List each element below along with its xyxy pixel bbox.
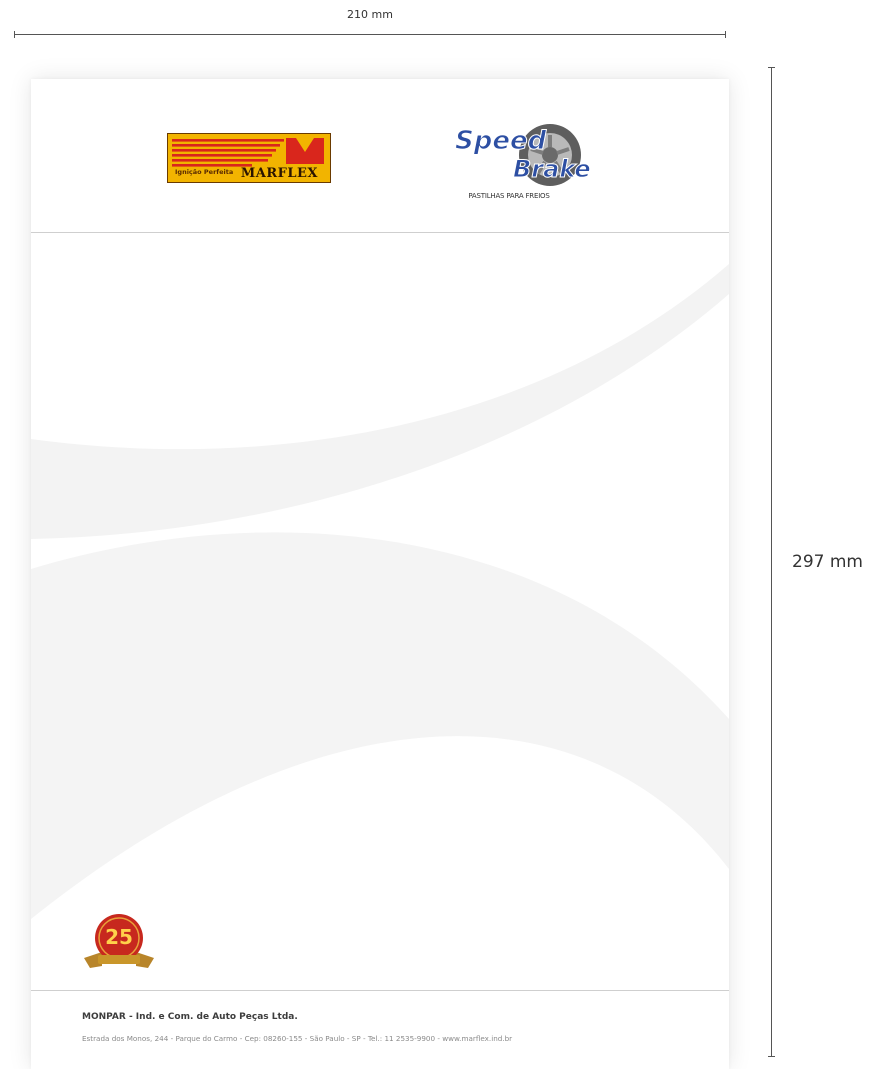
marflex-brand-name: MARFLEX <box>240 166 318 181</box>
speed-brake-logo: Speed Brake PASTILHAS PARA FREIOS <box>447 117 597 205</box>
footer-address: Estrada dos Monos, 244 - Parque do Carmo… <box>82 1034 513 1043</box>
width-dimension-label: 210 mm <box>347 8 393 21</box>
footer-divider <box>31 990 729 991</box>
header-divider <box>31 232 729 233</box>
height-dimension-label: 297 mm <box>792 552 863 572</box>
brake-word: Brake <box>513 155 591 183</box>
marflex-logo: Ignição Perfeita MARFLEX <box>167 133 331 183</box>
width-dimension-line <box>14 31 726 38</box>
speed-brake-tagline: PASTILHAS PARA FREIOS <box>468 192 550 200</box>
height-dimension-line <box>768 67 775 1057</box>
seal-number: 25 <box>105 925 133 949</box>
speed-word: Speed <box>455 126 547 156</box>
marflex-tagline: Ignição Perfeita <box>175 168 234 176</box>
anniversary-seal-icon: 25 <box>84 914 154 968</box>
footer-company-name: MONPAR - Ind. e Com. de Auto Peças Ltda. <box>82 1012 298 1022</box>
letterhead-page: Ignição Perfeita MARFLEX Speed Brake PAS… <box>31 79 729 1069</box>
brake-wheel-icon: Speed Brake <box>455 124 591 186</box>
